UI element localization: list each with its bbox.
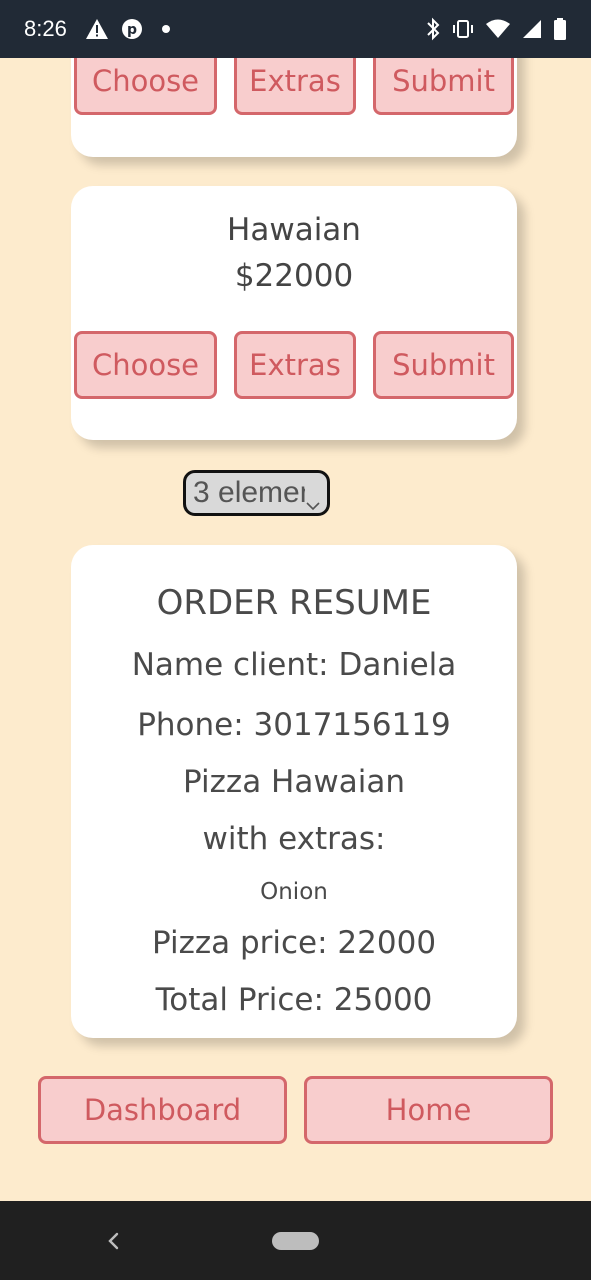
dashboard-button[interactable]: Dashboard [38,1076,287,1144]
pizza-card-hawaiian: Hawaian $22000 Choose Extras Submit [71,186,517,440]
pinterest-icon: p [121,18,143,40]
elements-select[interactable]: 3 elements [183,470,330,516]
bluetooth-icon [425,17,441,41]
wifi-icon [485,18,511,40]
order-extra-item: Onion [260,879,328,905]
order-resume-card: ORDER RESUME Name client: Daniela Phone:… [71,545,517,1038]
choose-button[interactable]: Choose [74,331,217,399]
home-pill-icon[interactable] [272,1232,319,1250]
home-button[interactable]: Home [304,1076,553,1144]
submit-button[interactable]: Submit [373,331,514,399]
vibrate-icon [451,18,475,40]
order-total-price: Total Price: 25000 [155,982,433,1018]
order-pizza: Pizza Hawaian [183,764,405,800]
system-nav-bar [0,1201,591,1280]
status-time: 8:26 [24,16,67,41]
select-value: 3 elements [193,476,305,509]
status-bar: 8:26 p [0,0,591,58]
order-phone: Phone: 3017156119 [137,707,451,743]
order-client-name: Name client: Daniela [131,647,457,683]
status-right-icons [425,17,567,41]
order-title: ORDER RESUME [156,583,432,623]
chevron-down-icon [305,486,321,513]
status-left-icons: p [85,18,177,40]
pizza-price: $22000 [234,258,354,294]
svg-text:p: p [127,22,137,38]
back-icon[interactable] [104,1229,122,1257]
battery-icon [553,17,567,41]
order-extras-label: with extras: [202,821,386,857]
order-pizza-price: Pizza price: 22000 [151,925,437,961]
dot-icon [155,18,177,40]
pizza-name: Hawaian [227,212,361,248]
extras-button[interactable]: Extras [234,331,356,399]
warning-icon [85,18,109,40]
signal-icon [521,18,543,40]
